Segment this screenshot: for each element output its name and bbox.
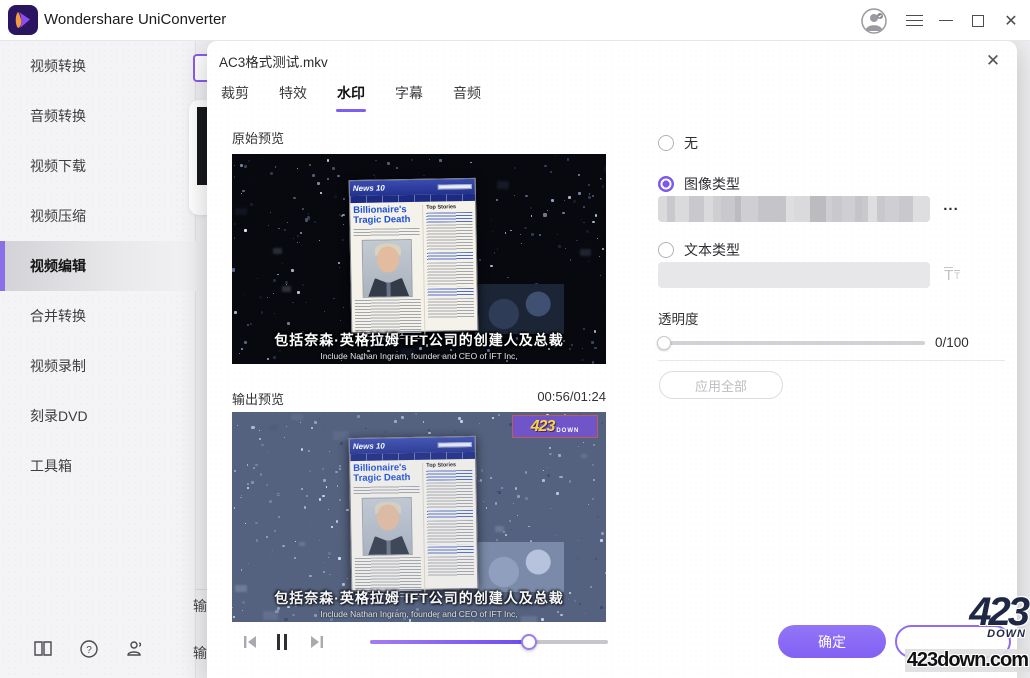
app-title: Wondershare UniConverter	[44, 11, 226, 28]
dialog-close-icon[interactable]: ✕	[981, 49, 1005, 73]
hamburger-menu-icon[interactable]	[900, 0, 928, 41]
original-preview-label: 原始预览	[232, 128, 284, 147]
tab-watermark[interactable]: 水印	[337, 83, 365, 103]
output-preview-video: 423DOWN News 10 Billionaire's Tragic Dea…	[232, 412, 606, 622]
news-logo-text: News 10	[353, 183, 385, 193]
pixelated-path-value	[658, 196, 930, 222]
cancel-button-occluded[interactable]	[895, 625, 1011, 658]
next-frame-icon[interactable]	[305, 633, 327, 651]
video-subtitle: 包括奈森·英格拉姆 IFT公司的创建人及总裁 Include Nathan In…	[232, 330, 606, 361]
watermark-text-input[interactable]	[658, 262, 930, 288]
playback-progress-slider[interactable]	[370, 638, 608, 646]
opacity-value: 0/100	[935, 335, 969, 350]
playback-timestamp: 00:56/01:24	[537, 389, 606, 408]
progress-fill	[370, 640, 529, 644]
edit-dialog: AC3格式测试.mkv ✕ 裁剪 特效 水印 字幕 音频 原始预览 News 1…	[207, 41, 1017, 678]
news-headline: Billionaire's Tragic Death	[353, 205, 419, 227]
newspaper-page-graphic: News 10 Billionaire's Tragic Death Top S…	[349, 178, 479, 333]
dialog-title: AC3格式测试.mkv	[219, 51, 328, 71]
ok-button[interactable]: 确定	[778, 625, 886, 658]
output-preview-label: 输出预览	[232, 389, 284, 408]
uniconverter-logo-icon	[12, 9, 34, 31]
tab-audio[interactable]: 音频	[453, 83, 481, 103]
window-close-icon[interactable]: ✕	[996, 0, 1026, 41]
dialog-tabs: 裁剪 特效 水印 字幕 音频	[221, 83, 511, 103]
radio-none[interactable]	[658, 135, 674, 151]
secondary-clip-thumbnail	[478, 542, 564, 592]
account-avatar-icon[interactable]	[858, 0, 890, 41]
title-bar: Wondershare UniConverter ✕	[0, 0, 1030, 41]
app-logo	[8, 5, 38, 35]
progress-handle[interactable]	[521, 634, 537, 650]
radio-image-checked[interactable]	[658, 176, 674, 192]
opacity-label: 透明度	[658, 308, 699, 328]
video-subtitle: 包括奈森·英格拉姆 IFT公司的创建人及总裁 Include Nathan In…	[232, 588, 606, 619]
pause-icon[interactable]	[271, 633, 293, 651]
previous-frame-icon[interactable]	[240, 633, 262, 651]
opacity-handle[interactable]	[657, 336, 671, 350]
secondary-clip-thumbnail	[478, 284, 564, 334]
watermark-none-option[interactable]: 无	[658, 133, 698, 153]
opacity-track[interactable]	[658, 341, 925, 345]
minimize-icon[interactable]	[932, 0, 960, 41]
news-search-box	[438, 184, 472, 190]
original-preview-video: News 10 Billionaire's Tragic Death Top S…	[232, 154, 606, 364]
maximize-icon[interactable]	[964, 0, 992, 41]
radio-text[interactable]	[658, 242, 674, 258]
browse-file-button[interactable]: ...	[938, 197, 964, 221]
output-watermark-badge: 423DOWN	[512, 415, 598, 438]
watermark-text-option[interactable]: 文本类型	[658, 240, 740, 260]
tab-subtitle[interactable]: 字幕	[395, 83, 423, 103]
newspaper-page-graphic: News 10 Billionaire's Tragic Death Top S…	[349, 436, 479, 591]
watermark-image-option[interactable]: 图像类型	[658, 174, 740, 194]
news-top-stories-label: Top Stories	[426, 204, 472, 211]
image-path-field[interactable]	[658, 196, 930, 222]
apply-all-button[interactable]: 应用全部	[659, 371, 783, 399]
news-portrait-photo	[362, 239, 413, 298]
opacity-slider[interactable]	[658, 337, 925, 349]
news-portrait-photo	[362, 497, 413, 556]
tab-effects[interactable]: 特效	[279, 83, 307, 103]
options-divider	[658, 360, 1005, 361]
font-settings-icon[interactable]: TT	[940, 263, 964, 287]
tab-crop[interactable]: 裁剪	[221, 83, 249, 103]
